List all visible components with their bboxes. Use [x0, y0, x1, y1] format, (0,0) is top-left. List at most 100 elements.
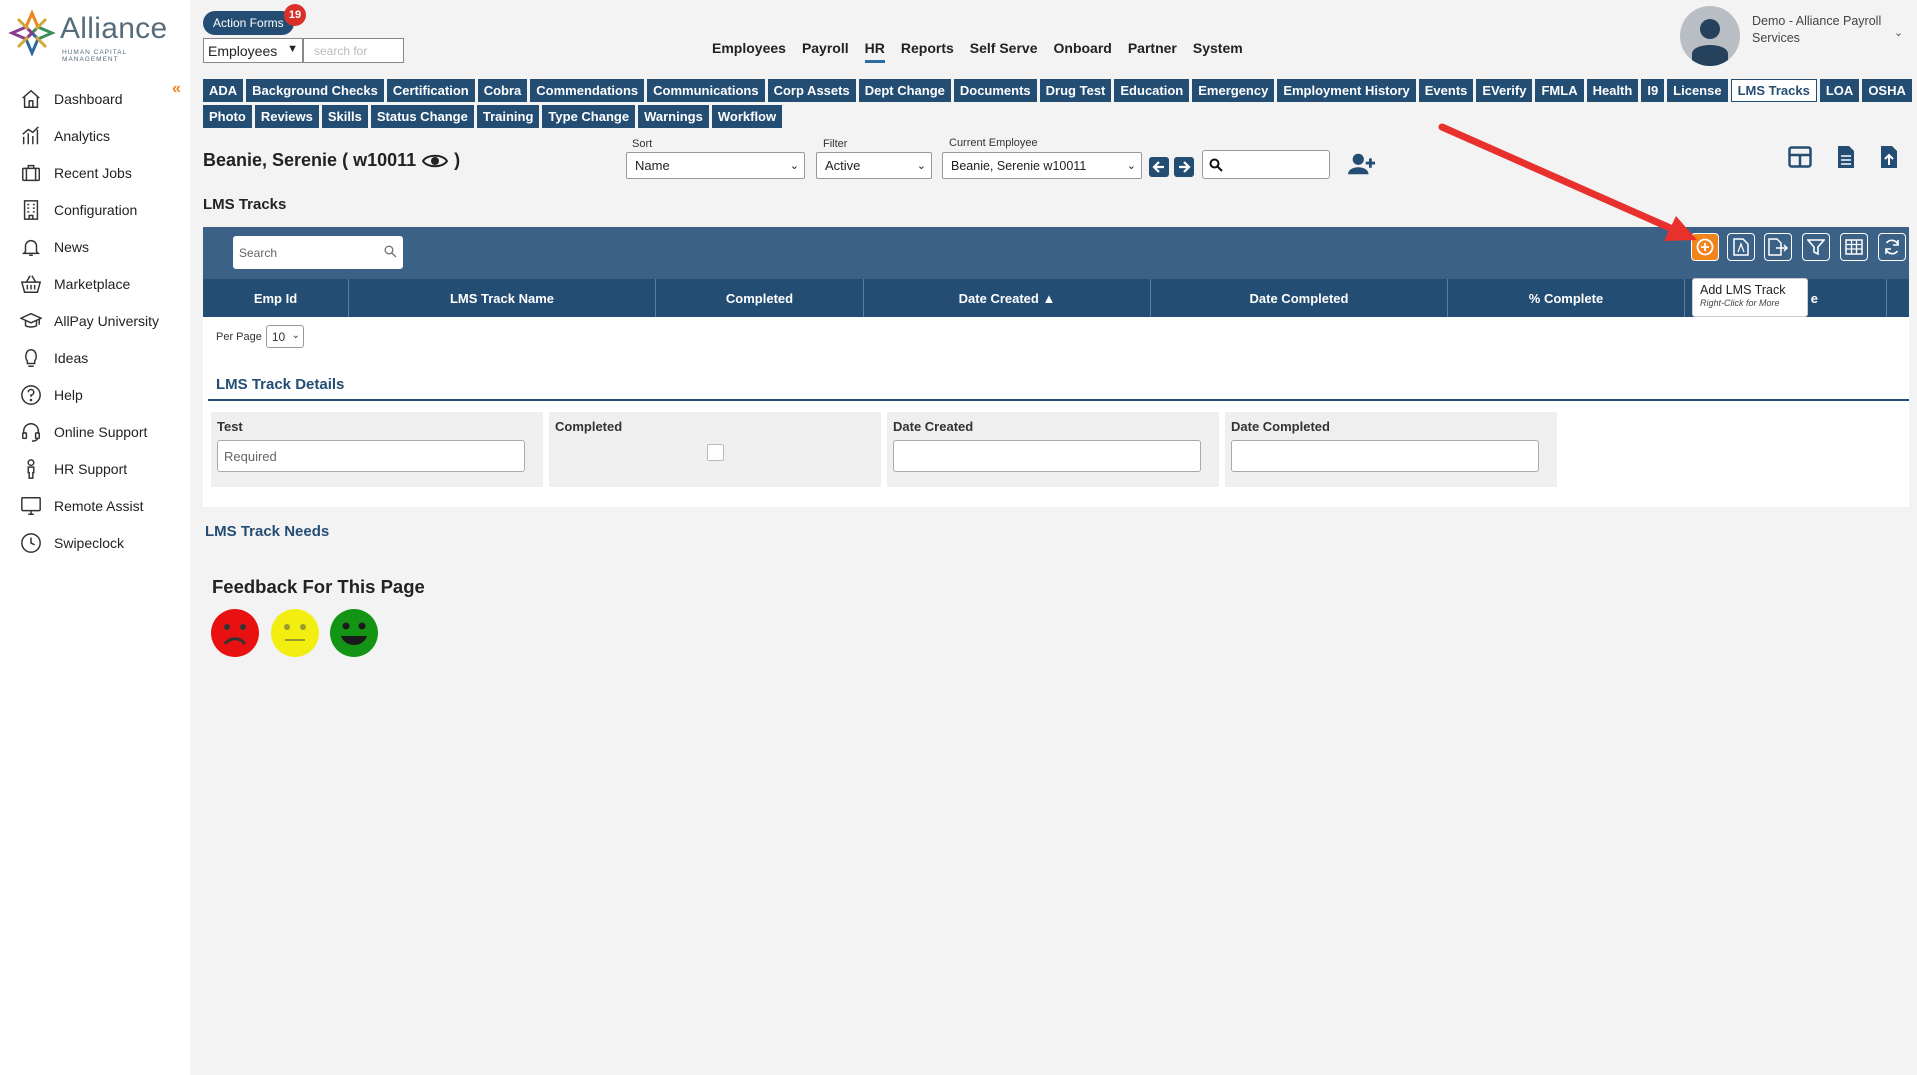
tab-fmla[interactable]: FMLA [1535, 79, 1584, 102]
user-name[interactable]: Demo - Alliance Payroll Services [1752, 13, 1912, 47]
column-header-completed[interactable]: Completed [656, 279, 864, 317]
export-file-button[interactable] [1764, 233, 1792, 261]
top-nav-payroll[interactable]: Payroll [802, 40, 849, 60]
tab-events[interactable]: Events [1418, 79, 1474, 102]
tab-documents[interactable]: Documents [953, 79, 1037, 102]
export-file-icon[interactable] [1875, 143, 1903, 171]
sidebar-item-allpay-university[interactable]: AllPay University [0, 302, 190, 339]
sidebar-item-marketplace[interactable]: Marketplace [0, 265, 190, 302]
top-nav-partner[interactable]: Partner [1128, 40, 1177, 60]
sidebar-item-configuration[interactable]: Configuration [0, 191, 190, 228]
tab-emergency[interactable]: Emergency [1192, 79, 1275, 102]
detail-label: Date Created [893, 419, 974, 434]
top-nav-self-serve[interactable]: Self Serve [970, 40, 1038, 60]
tab-cobra[interactable]: Cobra [477, 79, 528, 102]
sidebar-item-swipeclock[interactable]: Swipeclock [0, 524, 190, 561]
action-forms-count-badge: 19 [284, 4, 306, 26]
column-header-percent-complete[interactable]: % Complete [1448, 279, 1685, 317]
current-employee-select[interactable]: Beanie, Serenie w10011 ⌄ [942, 152, 1142, 179]
top-nav-employees[interactable]: Employees [712, 40, 786, 60]
sidebar-item-help[interactable]: Help [0, 376, 190, 413]
column-header-date-completed[interactable]: Date Completed [1151, 279, 1448, 317]
date-completed-input[interactable] [1231, 440, 1539, 472]
column-header-date-created[interactable]: Date Created ▲ [864, 279, 1151, 317]
tab-corp-assets[interactable]: Corp Assets [767, 79, 856, 102]
grid-search-placeholder: Search [239, 245, 278, 260]
eye-icon[interactable] [422, 152, 449, 170]
tab-employment-history[interactable]: Employment History [1277, 79, 1416, 102]
add-employee-icon[interactable] [1348, 150, 1376, 178]
tab-warnings[interactable]: Warnings [638, 105, 709, 128]
happy-face-icon[interactable] [329, 608, 379, 658]
sidebar-item-dashboard[interactable]: Dashboard [0, 80, 190, 117]
tab-lms-tracks[interactable]: LMS Tracks [1730, 79, 1817, 102]
tooltip-subtitle: Right-Click for More [1700, 298, 1780, 308]
sidebar-item-ideas[interactable]: Ideas [0, 339, 190, 376]
top-nav-system[interactable]: System [1193, 40, 1243, 60]
per-page-select[interactable]: 10 ⌄ [265, 325, 304, 348]
sidebar-item-online-support[interactable]: Online Support [0, 413, 190, 450]
previous-employee-button[interactable] [1149, 157, 1169, 177]
tab-i9[interactable]: I9 [1641, 79, 1665, 102]
sidebar-item-label: Swipeclock [54, 534, 125, 551]
column-header-lms-track-name[interactable]: LMS Track Name [349, 279, 656, 317]
sidebar-item-remote-assist[interactable]: Remote Assist [0, 487, 190, 524]
refresh-button[interactable] [1878, 233, 1906, 261]
tab-loa[interactable]: LOA [1819, 79, 1860, 102]
date-created-input[interactable] [893, 440, 1201, 472]
action-forms-button[interactable]: Action Forms [203, 11, 294, 35]
next-employee-button[interactable] [1174, 157, 1194, 177]
tab-type-change[interactable]: Type Change [542, 105, 636, 128]
per-page-value: 10 [271, 329, 286, 344]
grid-view-icon[interactable] [1786, 143, 1814, 171]
sidebar-item-news[interactable]: News [0, 228, 190, 265]
sidebar-item-hr-support[interactable]: HR Support [0, 450, 190, 487]
tab-license[interactable]: License [1667, 79, 1728, 102]
column-chooser-button[interactable] [1840, 233, 1868, 261]
sad-face-icon[interactable] [210, 608, 260, 658]
tab-commendations[interactable]: Commendations [530, 79, 645, 102]
tab-photo[interactable]: Photo [203, 105, 252, 128]
user-avatar[interactable] [1680, 6, 1740, 66]
user-silhouette-icon [1692, 19, 1728, 66]
filter-select[interactable]: Active ⌄ [816, 152, 932, 179]
sidebar-item-recent-jobs[interactable]: Recent Jobs [0, 154, 190, 191]
top-nav-onboard[interactable]: Onboard [1054, 40, 1112, 60]
tab-skills[interactable]: Skills [321, 105, 368, 128]
tab-workflow[interactable]: Workflow [711, 105, 783, 128]
refresh-icon [1885, 239, 1899, 255]
employee-search-input[interactable] [1202, 150, 1330, 179]
tab-dept-change[interactable]: Dept Change [858, 79, 951, 102]
column-header-emp-id[interactable]: Emp Id [203, 279, 349, 317]
tab-status-change[interactable]: Status Change [370, 105, 474, 128]
document-icon[interactable] [1832, 143, 1860, 171]
tab-communications[interactable]: Communications [647, 79, 765, 102]
tab-education[interactable]: Education [1114, 79, 1190, 102]
tab-osha[interactable]: OSHA [1862, 79, 1912, 102]
sidebar-item-analytics[interactable]: Analytics [0, 117, 190, 154]
tab-everify[interactable]: EVerify [1476, 79, 1533, 102]
header-search-input[interactable]: search for [303, 38, 404, 63]
tab-certification[interactable]: Certification [386, 79, 475, 102]
grid-search-input[interactable]: Search [233, 236, 403, 269]
chevron-down-icon[interactable]: ⌄ [1894, 26, 1903, 39]
tab-health[interactable]: Health [1586, 79, 1639, 102]
tab-background-checks[interactable]: Background Checks [246, 79, 384, 102]
tab-drug-test[interactable]: Drug Test [1039, 79, 1112, 102]
brand-logo[interactable]: Alliance HUMAN CAPITAL MANAGEMENT [8, 9, 168, 63]
test-input[interactable]: Required [217, 440, 525, 472]
export-pdf-button[interactable] [1727, 233, 1755, 261]
top-nav-reports[interactable]: Reports [901, 40, 954, 60]
filter-button[interactable] [1802, 233, 1830, 261]
tab-ada[interactable]: ADA [203, 79, 244, 102]
tab-reviews[interactable]: Reviews [254, 105, 319, 128]
tab-training[interactable]: Training [476, 105, 540, 128]
detail-label: Date Completed [1231, 419, 1330, 434]
neutral-face-icon[interactable] [270, 608, 320, 658]
add-lms-track-button[interactable] [1691, 233, 1719, 261]
search-icon [1209, 158, 1223, 172]
completed-checkbox[interactable] [706, 444, 724, 461]
search-type-select[interactable]: Employees ▼ [203, 38, 303, 63]
top-nav-hr[interactable]: HR [864, 40, 886, 63]
sort-select[interactable]: Name ⌄ [626, 152, 805, 179]
